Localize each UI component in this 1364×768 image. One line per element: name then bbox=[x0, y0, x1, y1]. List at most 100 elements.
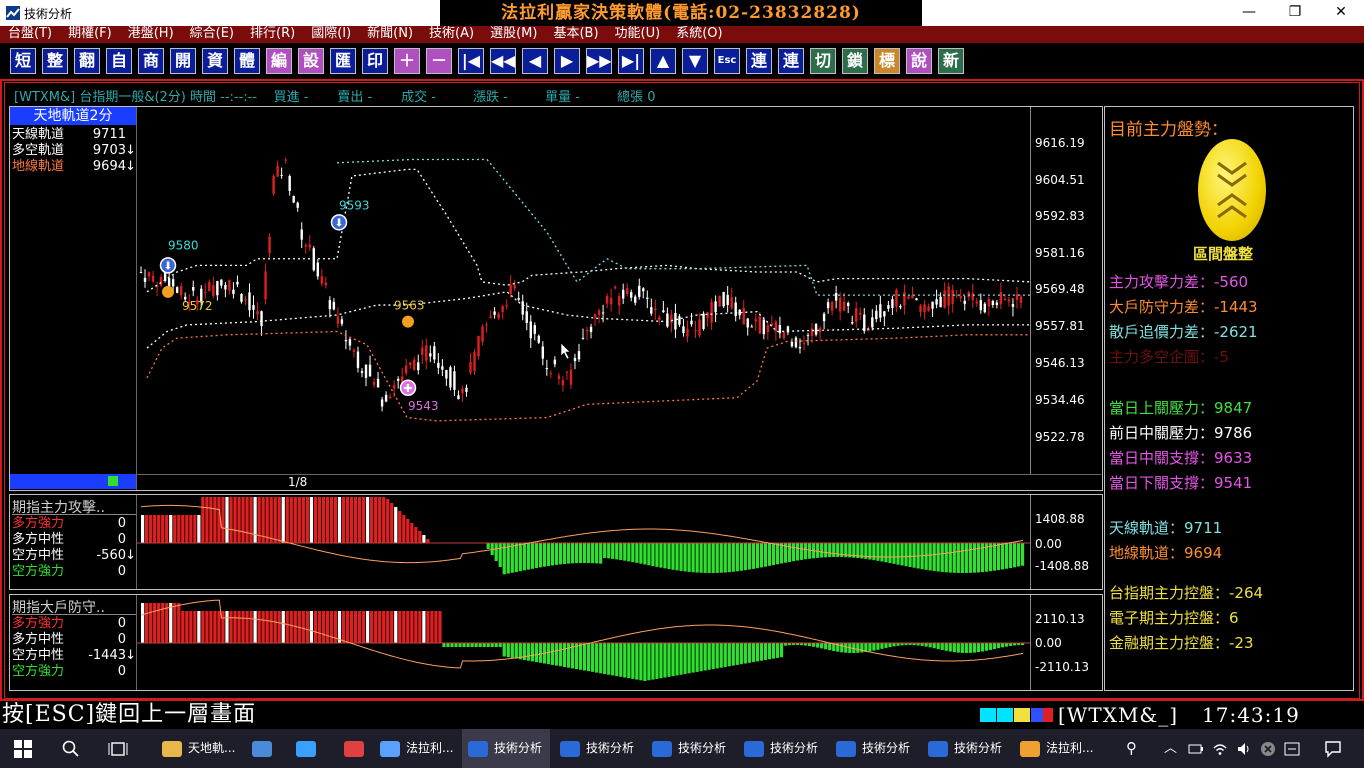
menu-item-0[interactable]: 台盤(T) bbox=[0, 26, 60, 42]
taskbar-app-9[interactable]: 技術分析 bbox=[830, 729, 918, 768]
toolbar-button-16[interactable]: ◀ bbox=[522, 48, 548, 74]
toolbar-button-20[interactable]: ▲ bbox=[650, 48, 676, 74]
svg-text:⬇: ⬇ bbox=[163, 259, 172, 272]
toolbar-button-13[interactable]: － bbox=[426, 48, 452, 74]
toolbar-button-25[interactable]: 切 bbox=[810, 48, 836, 74]
taskbar-app-11[interactable]: 法拉利... bbox=[1014, 729, 1102, 768]
taskbar-app-5[interactable]: 技術分析 bbox=[462, 729, 550, 768]
menu-item-3[interactable]: 綜合(E) bbox=[182, 26, 242, 42]
volume-icon[interactable] bbox=[1236, 741, 1252, 757]
attack-bar bbox=[1000, 543, 1005, 570]
defense-bar bbox=[205, 611, 209, 643]
attack-bar bbox=[402, 515, 406, 543]
tray-chevron-icon[interactable]: ︿ bbox=[1164, 729, 1177, 768]
taskbar-app-4[interactable]: 法拉利... bbox=[374, 729, 458, 768]
toolbar-button-29[interactable]: 新 bbox=[938, 48, 964, 74]
toolbar-button-24[interactable]: 連 bbox=[778, 48, 804, 74]
attack-bar bbox=[695, 543, 699, 573]
defense-histogram[interactable] bbox=[137, 597, 1031, 689]
people-icon[interactable]: ⚲ bbox=[1126, 729, 1137, 768]
taskbar-app-7[interactable]: 技術分析 bbox=[646, 729, 734, 768]
menu-item-10[interactable]: 功能(U) bbox=[607, 26, 669, 42]
attack-bar bbox=[808, 543, 812, 559]
taskbar-app-8[interactable]: 技術分析 bbox=[738, 729, 826, 768]
toolbar-button-21[interactable]: ▼ bbox=[682, 48, 708, 74]
menu-item-8[interactable]: 選股(M) bbox=[482, 26, 545, 42]
toolbar-button-22[interactable]: Esc bbox=[714, 48, 740, 74]
toolbar-button-11[interactable]: 印 bbox=[362, 48, 388, 74]
toolbar-button-8[interactable]: 編 bbox=[266, 48, 292, 74]
toolbar-button-6[interactable]: 資 bbox=[202, 48, 228, 74]
menu-item-7[interactable]: 技術(A) bbox=[421, 26, 482, 42]
marker-9563[interactable]: 9563 bbox=[394, 299, 425, 328]
taskbar-app-1[interactable] bbox=[246, 729, 286, 768]
toolbar-button-2[interactable]: 翻 bbox=[74, 48, 100, 74]
toolbar-button-18[interactable]: ▶▶ bbox=[586, 48, 612, 74]
defense-bar bbox=[470, 643, 474, 647]
attack-bar bbox=[735, 543, 739, 572]
marker-9593[interactable]: ⬇ 9593 bbox=[330, 198, 370, 231]
candle bbox=[830, 300, 834, 316]
taskbar-app-10[interactable]: 技術分析 bbox=[922, 729, 1010, 768]
task-view-icon[interactable] bbox=[108, 740, 128, 758]
taskbar-app-0[interactable]: 天地軌... bbox=[156, 729, 244, 768]
down-arrow-icon: ↓ bbox=[125, 159, 136, 174]
close-button[interactable]: ✕ bbox=[1318, 0, 1364, 26]
indicator-title[interactable]: 天地軌道2分 bbox=[10, 107, 136, 125]
ime-icon[interactable] bbox=[1284, 741, 1300, 757]
toolbar-button-19[interactable]: ▶| bbox=[618, 48, 644, 74]
attack-bar bbox=[382, 497, 386, 543]
toolbar-button-23[interactable]: 連 bbox=[746, 48, 772, 74]
scroll-indicator[interactable] bbox=[10, 474, 136, 489]
toolbar-button-26[interactable]: 鎖 bbox=[842, 48, 868, 74]
toolbar-button-28[interactable]: 說 bbox=[906, 48, 932, 74]
status-x-icon[interactable] bbox=[1260, 741, 1276, 757]
toolbar-button-9[interactable]: 設 bbox=[298, 48, 324, 74]
search-icon[interactable] bbox=[62, 740, 80, 758]
menu-item-1[interactable]: 期權(F) bbox=[60, 26, 120, 42]
toolbar-button-14[interactable]: |◀ bbox=[458, 48, 484, 74]
attack-bar bbox=[550, 543, 555, 566]
candle bbox=[151, 270, 155, 284]
defense-bar bbox=[566, 643, 571, 668]
toolbar-button-5[interactable]: 開 bbox=[170, 48, 196, 74]
menu-item-6[interactable]: 新聞(N) bbox=[359, 26, 421, 42]
defense-bar bbox=[683, 643, 687, 674]
notification-icon[interactable] bbox=[1324, 740, 1342, 758]
axis-tick: -1408.88 bbox=[1035, 559, 1089, 573]
menu-item-11[interactable]: 系統(O) bbox=[668, 26, 730, 42]
candlestick-chart[interactable]: ⬇ 9580 9572 ⬇ 9593 9563 ✚ 9543 bbox=[137, 107, 1031, 474]
minimize-button[interactable]: — bbox=[1226, 0, 1272, 26]
marker-9543[interactable]: ✚ 9543 bbox=[399, 379, 439, 413]
app-icon bbox=[6, 6, 20, 20]
toolbar-button-1[interactable]: 整 bbox=[42, 48, 68, 74]
menu-item-4[interactable]: 排行(R) bbox=[242, 26, 303, 42]
defense-bar bbox=[177, 603, 181, 643]
marker-9580[interactable]: ⬇ 9580 bbox=[159, 238, 199, 274]
taskbar-app-6[interactable]: 技術分析 bbox=[554, 729, 642, 768]
toolbar-button-7[interactable]: 體 bbox=[234, 48, 260, 74]
wifi-icon[interactable] bbox=[1212, 741, 1228, 757]
windows-start-icon[interactable] bbox=[14, 740, 32, 758]
taskbar-app-3[interactable] bbox=[338, 729, 378, 768]
toolbar-button-0[interactable]: 短 bbox=[10, 48, 36, 74]
toolbar-button-15[interactable]: ◀◀ bbox=[490, 48, 516, 74]
toolbar-button-3[interactable]: 自 bbox=[106, 48, 132, 74]
menu-item-5[interactable]: 國際(I) bbox=[303, 26, 359, 42]
toolbar-button-10[interactable]: 匯 bbox=[330, 48, 356, 74]
attack-histogram[interactable] bbox=[137, 497, 1031, 588]
attack-bar bbox=[715, 543, 719, 573]
menu-item-9[interactable]: 基本(B) bbox=[545, 26, 606, 42]
taskbar-app-2[interactable] bbox=[290, 729, 330, 768]
menu-item-2[interactable]: 港盤(H) bbox=[120, 26, 182, 42]
toolbar-button-17[interactable]: ▶ bbox=[554, 48, 580, 74]
toolbar-button-12[interactable]: ＋ bbox=[394, 48, 420, 74]
battery-icon[interactable] bbox=[1188, 742, 1204, 756]
toolbar-button-4[interactable]: 商 bbox=[138, 48, 164, 74]
toolbar-button-27[interactable]: 標 bbox=[874, 48, 900, 74]
restore-button[interactable]: ❐ bbox=[1272, 0, 1318, 26]
candle bbox=[979, 293, 982, 314]
candle bbox=[609, 288, 613, 312]
defense-bar bbox=[321, 611, 326, 643]
defense-bar bbox=[964, 643, 968, 653]
